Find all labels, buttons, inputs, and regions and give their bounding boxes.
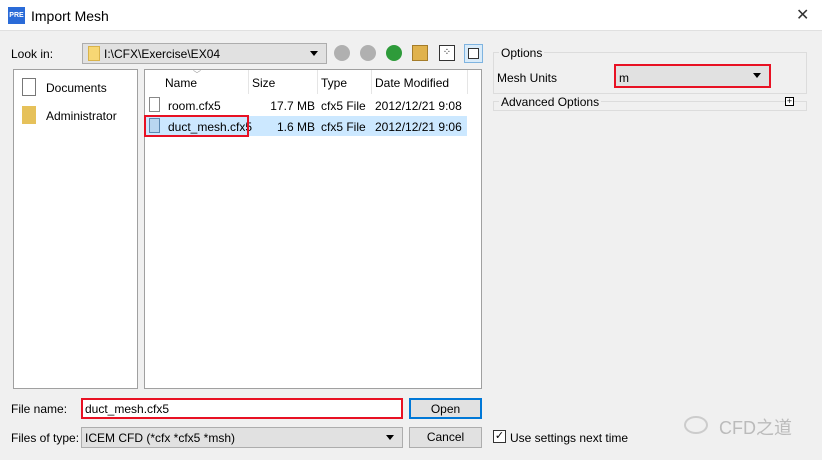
file-name-input[interactable] — [81, 398, 403, 419]
wechat-icon — [684, 416, 708, 434]
expand-icon[interactable]: + — [785, 97, 794, 106]
documents-icon — [22, 78, 36, 96]
forward-icon[interactable] — [360, 45, 376, 61]
folder-icon — [88, 46, 100, 61]
mesh-units-label: Mesh Units — [497, 71, 558, 85]
file-name: room.cfx5 — [168, 99, 221, 113]
file-type-value: ICEM CFD (*cfx *cfx5 *msh) — [85, 431, 236, 445]
chevron-down-icon — [386, 434, 394, 440]
file-date: 2012/12/21 9:08 — [375, 99, 462, 113]
file-icon — [149, 97, 160, 112]
column-size[interactable]: Size — [252, 76, 275, 90]
up-folder-icon[interactable] — [386, 45, 402, 61]
new-folder-icon[interactable] — [412, 45, 428, 61]
file-row[interactable]: room.cfx5 17.7 MB cfx5 File 2012/12/21 9… — [145, 95, 467, 115]
file-type-combo[interactable]: ICEM CFD (*cfx *cfx5 *msh) — [81, 427, 403, 448]
file-size: 17.7 MB — [270, 99, 315, 113]
file-date: 2012/12/21 9:06 — [375, 120, 462, 134]
column-date[interactable]: Date Modified — [375, 76, 449, 90]
column-type[interactable]: Type — [321, 76, 347, 90]
app-icon: PRE — [8, 7, 25, 24]
user-icon — [22, 106, 36, 124]
place-documents[interactable]: Documents — [46, 81, 107, 95]
file-type: cfx5 File — [321, 120, 366, 134]
use-settings-label: Use settings next time — [510, 431, 629, 445]
chevron-down-icon — [310, 50, 318, 56]
look-in-label: Look in: — [11, 47, 54, 61]
open-button[interactable]: Open — [409, 398, 482, 419]
place-administrator[interactable]: Administrator — [46, 109, 117, 123]
window-title: Import Mesh — [31, 8, 109, 24]
advanced-options-title[interactable]: Advanced Options — [499, 95, 602, 109]
options-title: Options — [499, 46, 545, 60]
mesh-units-combo[interactable]: m — [614, 64, 771, 88]
highlight-box — [144, 115, 249, 137]
detail-view-icon[interactable] — [464, 44, 483, 63]
file-name-label: File name: — [11, 402, 68, 416]
close-icon[interactable]: ✕ — [796, 5, 809, 25]
watermark: CFD之道 — [719, 418, 792, 438]
mesh-units-value: m — [619, 71, 629, 85]
file-type: cfx5 File — [321, 99, 366, 113]
use-settings-checkbox[interactable]: ✓ — [493, 430, 506, 443]
chevron-down-icon — [753, 73, 761, 78]
file-type-label: Files of type: — [11, 431, 80, 445]
title-bar: PRE Import Mesh ✕ — [0, 0, 822, 31]
cancel-button[interactable]: Cancel — [409, 427, 482, 448]
look-in-combo[interactable]: I:\CFX\Exercise\EX04 — [82, 43, 327, 64]
look-in-path: I:\CFX\Exercise\EX04 — [104, 47, 221, 61]
list-view-icon[interactable]: ⁘ — [439, 45, 455, 61]
column-name[interactable]: Name — [165, 76, 197, 90]
back-icon[interactable] — [334, 45, 350, 61]
file-size: 1.6 MB — [276, 120, 315, 134]
places-sidebar: Documents Administrator — [13, 69, 138, 389]
